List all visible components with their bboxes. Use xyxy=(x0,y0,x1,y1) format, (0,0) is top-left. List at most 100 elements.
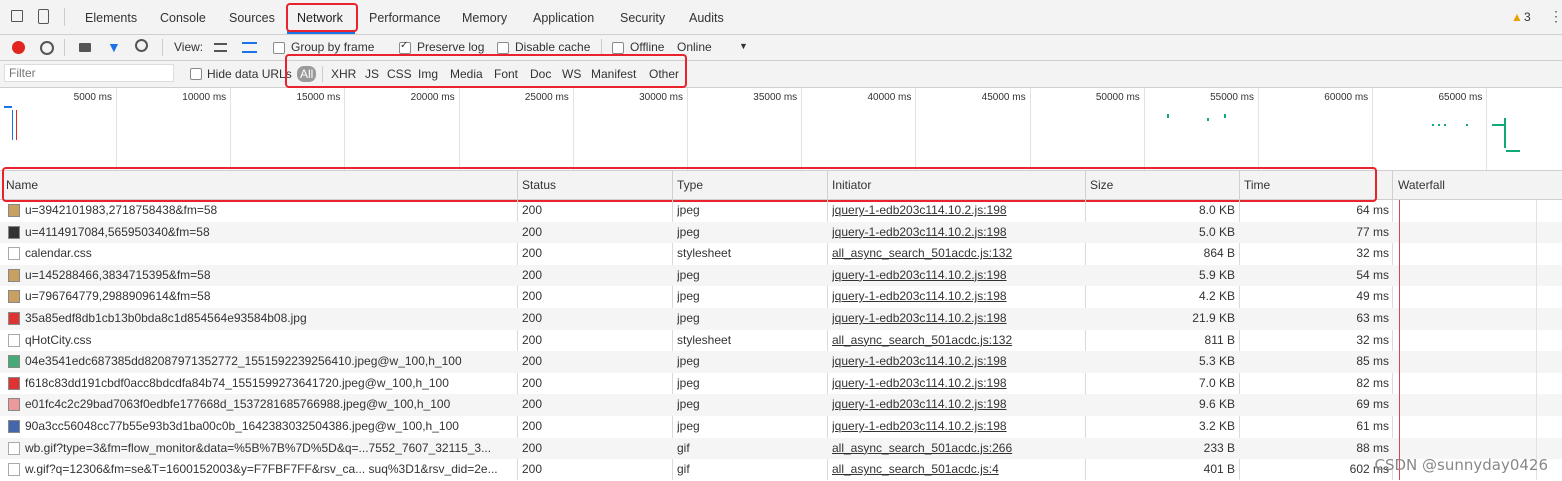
request-time: 85 ms xyxy=(1356,354,1389,369)
table-row[interactable]: calendar.css 200 stylesheet all_async_searc… xyxy=(0,243,1562,265)
table-row[interactable]: u=796764779,2988909614&fm=58 200 jpeg jquer… xyxy=(0,286,1562,308)
clear-icon[interactable] xyxy=(40,41,54,55)
tab-console[interactable]: Console xyxy=(160,0,206,34)
request-size: 5.3 KB xyxy=(1198,354,1235,369)
disable-cache-checkbox[interactable] xyxy=(497,42,509,54)
request-size: 233 B xyxy=(1203,440,1235,455)
tab-elements[interactable]: Elements xyxy=(85,0,137,34)
request-time: 77 ms xyxy=(1356,224,1389,239)
overview-tick-label: 60000 ms xyxy=(1324,92,1369,103)
request-status: 200 xyxy=(522,354,543,369)
request-type: jpeg xyxy=(677,311,700,325)
overview-tick-label: 10000 ms xyxy=(182,92,227,103)
overview-gridline xyxy=(1372,88,1374,170)
record-button[interactable] xyxy=(12,41,25,54)
request-status: 200 xyxy=(522,419,543,433)
timeline-overview[interactable]: 5000 ms 10000 ms 15000 ms 20000 ms 25000 ms 3… xyxy=(0,88,1562,171)
tab-performance[interactable]: Performance xyxy=(369,0,441,34)
waterfall-gridline xyxy=(1536,200,1537,480)
screenshot-camera-icon[interactable] xyxy=(79,43,91,52)
request-type: gif xyxy=(677,462,690,477)
image-file-icon xyxy=(8,204,20,217)
request-initiator[interactable]: jquery-1-edb203c114.10.2.js:198 xyxy=(832,200,1072,221)
table-row[interactable]: f618c83dd191cbdf0acc8bdcdfa84b74_1551599… xyxy=(0,373,1562,395)
table-row[interactable]: 35a85edf8db1cb13b0bda8c1d854564e93584b08… xyxy=(0,308,1562,330)
tab-security[interactable]: Security xyxy=(620,0,665,34)
request-initiator[interactable]: jquery-1-edb203c114.10.2.js:198 xyxy=(832,394,1072,415)
image-file-icon xyxy=(8,376,20,390)
request-size: 21.9 KB xyxy=(1192,311,1235,325)
request-initiator[interactable]: all_async_search_501acdc.js:132 xyxy=(832,330,1072,351)
request-time: 32 ms xyxy=(1356,332,1389,347)
request-initiator[interactable]: jquery-1-edb203c114.10.2.js:198 xyxy=(832,351,1072,372)
table-row[interactable]: u=4114917084,565950340&fm=58 200 jpeg jquer… xyxy=(0,221,1562,244)
image-file-icon xyxy=(8,268,20,282)
tab-application[interactable]: Application xyxy=(533,0,594,34)
request-time: 64 ms xyxy=(1356,203,1389,217)
tab-memory[interactable]: Memory xyxy=(462,0,507,34)
request-initiator[interactable]: all_async_search_501acdc.js:132 xyxy=(832,243,1072,264)
request-name: u=4114917084,565950340&fm=58 xyxy=(25,224,210,239)
hide-data-urls-label: Hide data URLs xyxy=(207,67,292,81)
request-status: 200 xyxy=(522,267,543,282)
offline-checkbox[interactable] xyxy=(612,42,624,54)
request-initiator[interactable]: jquery-1-edb203c114.10.2.js:198 xyxy=(832,373,1072,394)
tab-audits[interactable]: Audits xyxy=(689,0,724,34)
filter-input[interactable] xyxy=(4,64,174,82)
hide-data-urls-checkbox[interactable] xyxy=(190,68,202,80)
request-initiator[interactable]: jquery-1-edb203c114.10.2.js:198 xyxy=(832,308,1072,329)
request-initiator[interactable]: jquery-1-edb203c114.10.2.js:198 xyxy=(832,265,1072,286)
request-initiator[interactable]: jquery-1-edb203c114.10.2.js:198 xyxy=(832,286,1072,307)
request-type: stylesheet xyxy=(677,246,732,261)
warning-icon[interactable]: ▲ xyxy=(1511,10,1523,24)
request-size: 864 B xyxy=(1203,246,1235,261)
request-status: 200 xyxy=(522,462,543,477)
request-initiator[interactable]: jquery-1-edb203c114.10.2.js:198 xyxy=(832,416,1072,437)
request-initiator[interactable]: all_async_search_501acdc.js:266 xyxy=(832,438,1072,459)
request-time: 69 ms xyxy=(1356,397,1389,412)
overview-request-bar xyxy=(1444,124,1446,126)
more-options-icon[interactable]: ⋮ xyxy=(1549,8,1562,25)
image-file-icon xyxy=(8,355,20,369)
table-row[interactable]: 04e3541edc687385dd82087971352772_1551592… xyxy=(0,351,1562,373)
request-initiator[interactable]: all_async_search_501acdc.js:4 xyxy=(832,459,1072,480)
device-toolbar-icon[interactable] xyxy=(38,9,49,24)
request-name: u=796764779,2988909614&fm=58 xyxy=(25,289,211,304)
filter-icon[interactable]: ▼ xyxy=(107,39,121,55)
request-type: jpeg xyxy=(677,354,700,369)
overview-tick-label: 20000 ms xyxy=(410,92,455,103)
group-by-frame-checkbox[interactable] xyxy=(273,42,285,54)
table-header-highlight xyxy=(2,167,1377,202)
request-time: 63 ms xyxy=(1356,311,1389,325)
request-status: 200 xyxy=(522,289,543,304)
request-initiator[interactable]: jquery-1-edb203c114.10.2.js:198 xyxy=(832,222,1072,243)
request-name: 35a85edf8db1cb13b0bda8c1d854564e93584b08… xyxy=(25,311,307,325)
request-status: 200 xyxy=(522,246,543,261)
table-row[interactable]: 90a3cc56048cc77b55e93b3d1ba00c0b_1642383… xyxy=(0,416,1562,438)
file-icon xyxy=(8,441,20,455)
table-row[interactable]: qHotCity.css 200 stylesheet all_async_searc… xyxy=(0,330,1562,352)
table-row[interactable]: w.gif?q=12306&fm=se&T=1600152003&y=F7FBF… xyxy=(0,459,1562,481)
request-name: u=3942101983,2718758438&fm=58 xyxy=(25,203,218,217)
warning-count[interactable]: 3 xyxy=(1524,10,1531,24)
column-divider xyxy=(1392,171,1393,199)
search-icon[interactable] xyxy=(135,39,148,52)
preserve-log-checkbox[interactable] xyxy=(399,40,411,54)
request-status: 200 xyxy=(522,332,543,347)
table-row[interactable]: e01fc4c2c29bad7063f0edbfe177668d_1537281… xyxy=(0,394,1562,416)
table-row[interactable]: u=3942101983,2718758438&fm=58 200 jpeg jque… xyxy=(0,200,1562,222)
large-rows-icon[interactable] xyxy=(214,43,227,52)
request-size: 5.9 KB xyxy=(1198,267,1235,282)
request-type: jpeg xyxy=(677,419,700,433)
request-size: 7.0 KB xyxy=(1198,375,1235,390)
inspect-element-icon[interactable] xyxy=(11,10,23,22)
table-row[interactable]: u=145288466,3834715395&fm=58 200 jpeg jquer… xyxy=(0,264,1562,287)
watermark: CSDN @sunnyday0426 xyxy=(1374,456,1548,474)
request-type: jpeg xyxy=(677,267,700,282)
waterfall-view-icon[interactable] xyxy=(242,42,257,53)
request-type: jpeg xyxy=(677,375,700,390)
chevron-down-icon[interactable]: ▼ xyxy=(739,41,748,51)
column-header-waterfall[interactable]: Waterfall xyxy=(1398,171,1445,199)
tab-sources[interactable]: Sources xyxy=(229,0,275,34)
table-row[interactable]: wb.gif?type=3&fm=flow_monitor&data=%5B%7… xyxy=(0,437,1562,460)
